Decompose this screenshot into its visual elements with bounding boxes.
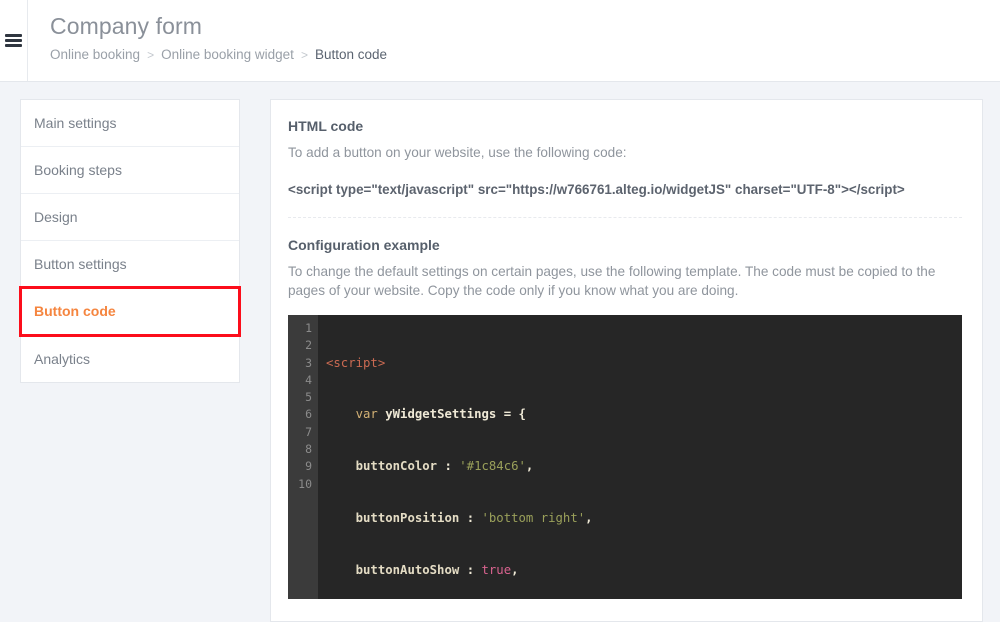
sidebar-item-label: Button code [34,303,116,319]
section-divider [288,217,962,218]
code-token-variable-name: yWidgetSettings [385,407,496,421]
sidebar-item-label: Design [34,209,78,225]
settings-sidebar: Main settings Booking steps Design Butto… [20,99,240,383]
code-token-property-buttonposition: buttonPosition [356,511,460,525]
button-code-panel: HTML code To add a button on your websit… [270,99,983,622]
breadcrumb-separator-icon: > [301,46,308,64]
code-token-comma: , [585,511,592,525]
code-line-4: buttonPosition : 'bottom right', [326,510,962,527]
code-token-colon: : [444,459,451,473]
line-number: 1 [288,320,312,337]
code-token-comma: , [526,459,533,473]
html-code-description: To add a button on your website, use the… [288,143,962,162]
hamburger-menu-icon [5,34,22,47]
code-token-colon: : [467,563,474,577]
header-text-block: Company form Online booking > Online boo… [28,0,387,81]
sidebar-item-button-settings[interactable]: Button settings [21,241,239,288]
line-number: 3 [288,355,312,372]
line-number: 2 [288,337,312,354]
code-line-1: <script> [326,355,962,372]
breadcrumb-item-online-booking-widget[interactable]: Online booking widget [161,46,294,64]
line-number: 10 [288,476,312,493]
code-token-colon: : [467,511,474,525]
hamburger-menu-button[interactable] [0,0,28,81]
code-editor-content[interactable]: <script> var yWidgetSettings = { buttonC… [318,315,962,599]
code-editor-line-numbers: 1 2 3 4 5 6 7 8 9 10 [288,315,318,599]
code-line-5: buttonAutoShow : true, [326,562,962,579]
line-number: 4 [288,372,312,389]
top-header: Company form Online booking > Online boo… [0,0,1000,82]
code-token-property-buttonautoshow: buttonAutoShow [356,563,460,577]
sidebar-item-label: Button settings [34,256,127,272]
line-number: 5 [288,389,312,406]
html-code-heading: HTML code [288,118,962,134]
code-value-buttoncolor: '#1c84c6' [459,459,526,473]
sidebar-item-booking-steps[interactable]: Booking steps [21,147,239,194]
sidebar-item-label: Main settings [34,115,116,131]
html-code-snippet[interactable]: <script type="text/javascript" src="http… [288,181,962,199]
breadcrumb: Online booking > Online booking widget >… [50,46,387,64]
line-number: 7 [288,424,312,441]
code-token-equals: = [504,407,511,421]
sidebar-item-button-code[interactable]: Button code [21,288,239,335]
code-line-2: var yWidgetSettings = { [326,406,962,423]
code-editor[interactable]: 1 2 3 4 5 6 7 8 9 10 <script> var yWidge… [288,315,962,599]
code-value-buttonposition: 'bottom right' [482,511,586,525]
sidebar-item-label: Analytics [34,351,90,367]
sidebar-item-label: Booking steps [34,162,122,178]
code-token-property-buttoncolor: buttonColor [356,459,437,473]
configuration-example-description: To change the default settings on certai… [288,262,962,300]
breadcrumb-item-online-booking[interactable]: Online booking [50,46,140,64]
code-token-brace-open: { [519,407,526,421]
code-token-comma: , [511,563,518,577]
code-token-script-open: <script> [326,356,385,370]
line-number: 6 [288,406,312,423]
line-number: 9 [288,458,312,475]
line-number: 8 [288,441,312,458]
breadcrumb-separator-icon: > [147,46,154,64]
breadcrumb-item-button-code: Button code [315,46,387,64]
sidebar-item-main-settings[interactable]: Main settings [21,100,239,147]
code-line-3: buttonColor : '#1c84c6', [326,458,962,475]
sidebar-item-design[interactable]: Design [21,194,239,241]
code-token-var-keyword: var [356,407,378,421]
configuration-example-heading: Configuration example [288,237,962,253]
code-value-buttonautoshow: true [482,563,512,577]
page-content: Main settings Booking steps Design Butto… [0,82,1000,622]
sidebar-item-analytics[interactable]: Analytics [21,335,239,382]
page-title: Company form [50,11,387,41]
